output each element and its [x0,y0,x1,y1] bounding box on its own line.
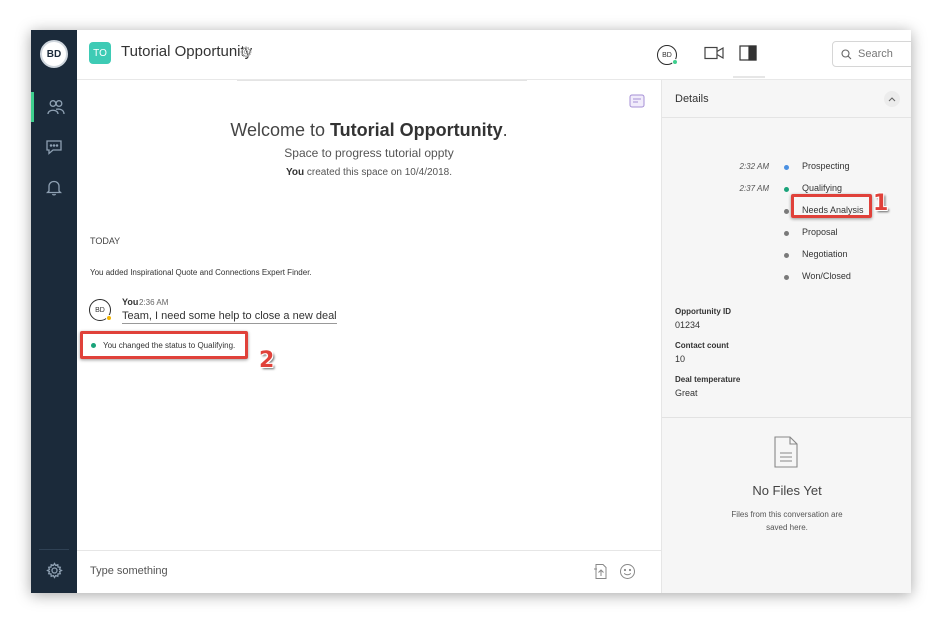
message-input[interactable] [90,565,570,577]
bell-icon [46,180,62,196]
field-value-deal-temperature: Great [675,388,698,398]
details-header: Details [662,80,911,118]
message-author: You [122,297,139,307]
stage-highlight-box [791,194,872,218]
emoji-icon[interactable] [619,563,636,580]
space-description: Space to progress tutorial oppty [284,146,454,160]
stage-dot [784,209,789,214]
field-label-opportunity-id: Opportunity ID [675,307,731,316]
field-value-opportunity-id: 01234 [675,320,701,330]
people-icon [46,100,65,115]
search-input[interactable] [858,48,911,60]
files-divider [662,417,911,418]
no-files-title: No Files Yet [752,483,822,498]
day-separator: TODAY [90,236,121,246]
callout-number-1: 1 [873,191,889,216]
stage-dot [784,231,789,236]
space-badge: TO [89,42,111,64]
created-info: You created this space on 10/4/2018. [285,167,453,178]
status-change-notice: You changed the status to Qualifying. [80,331,248,359]
gear-icon [45,561,63,579]
message-time: 2:36 AM [139,298,169,307]
message-avatar[interactable]: BD [89,299,112,321]
chat-bubble-icon [46,140,62,155]
status-change-text: You changed the status to Qualifying. [103,340,236,350]
welcome-heading: Welcome to Tutorial Opportunity. [230,120,508,140]
nav-spaces[interactable] [31,92,77,122]
search-box[interactable] [832,41,911,67]
no-files-note: Files from this conversation are saved h… [731,510,843,532]
callout-number-2: 2 [259,348,275,373]
stage-dot [784,275,789,280]
document-icon [774,436,798,468]
left-nav-rail: BD [31,30,77,593]
widget-icon[interactable] [629,94,645,108]
rail-divider [39,549,69,550]
welcome-space-name: Tutorial Opportunity [330,120,503,140]
user-avatar[interactable]: BD [40,40,68,68]
panel-toggle-indicator [733,76,765,78]
message-text[interactable]: Team, I need some help to close a new de… [122,310,337,324]
search-icon [841,48,852,59]
participant-initials: BD [662,51,672,59]
chevron-up-icon [888,97,896,102]
presence-dot [672,59,678,65]
side-panel-toggle-icon[interactable] [739,45,757,61]
header-divider [237,80,527,81]
space-header: TO Tutorial Opportunity BD [77,30,911,80]
field-label-contact-count: Contact count [675,341,729,350]
field-label-deal-temperature: Deal temperature [675,375,741,384]
system-message-apps-added: You added Inspirational Quote and Connec… [90,268,312,277]
space-title: Tutorial Opportunity [121,43,253,60]
nav-settings[interactable] [31,555,77,585]
stage-dot [784,253,789,258]
stage-dot [784,187,789,192]
stage-item[interactable]: 2:32 AM Prospecting [662,161,911,175]
stage-item[interactable]: Won/Closed [662,271,911,285]
message-composer [77,550,661,593]
space-settings-icon[interactable] [240,46,252,58]
video-call-icon[interactable] [704,46,724,60]
stage-item[interactable]: Negotiation [662,249,911,263]
app-window: BD TO Tutorial Opportunity BD Search Wel… [31,30,911,593]
conversation-pane: Welcome to Tutorial Opportunity. Space t… [77,80,661,550]
details-title: Details [675,93,709,105]
presence-dot [106,315,112,321]
upload-file-icon[interactable] [593,563,609,580]
participant-avatar[interactable]: BD [657,45,678,65]
status-dot [91,342,96,348]
nav-messages[interactable] [31,132,77,162]
stage-item[interactable]: Proposal [662,227,911,241]
details-pane: Details 2:32 AM Prospecting 2:37 AM Qual… [661,80,911,593]
stage-dot [784,165,789,170]
field-value-contact-count: 10 [675,354,686,364]
nav-notifications[interactable] [31,172,77,202]
collapse-details-button[interactable] [884,91,900,107]
